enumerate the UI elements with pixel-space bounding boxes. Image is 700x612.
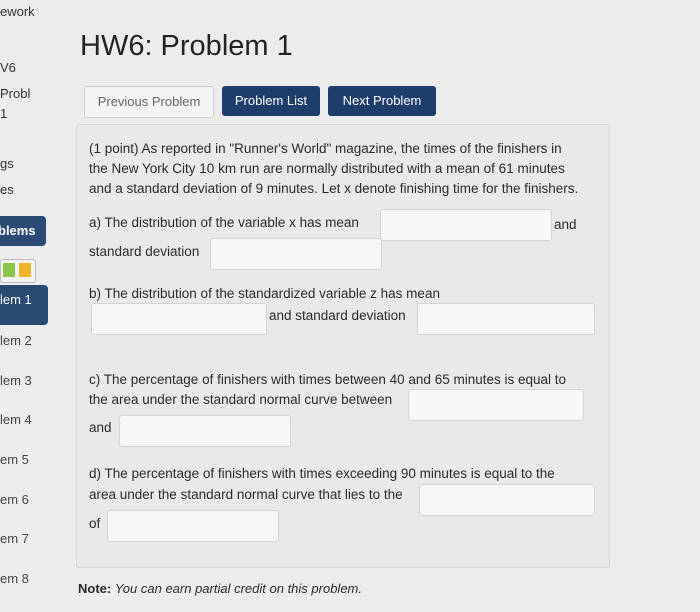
part-a-sd-label: standard deviation (89, 244, 200, 259)
sidebar-grades-link[interactable]: gs (0, 156, 14, 171)
part-a-mean-input[interactable] (380, 209, 552, 241)
problem-intro-line-2: the New York City 10 km run are normally… (89, 161, 565, 176)
sidebar-item-problem-8[interactable]: em 8 (0, 571, 29, 586)
status-green-block (3, 263, 15, 277)
part-a-and-label: and (554, 217, 577, 232)
sidebar-item-problem-5[interactable]: em 5 (0, 452, 29, 467)
sidebar-item-problem-4[interactable]: lem 4 (0, 412, 32, 427)
part-d-value-input[interactable] (107, 510, 279, 542)
sidebar-sets-link[interactable]: es (0, 182, 14, 197)
sidebar-item-problem-7[interactable]: em 7 (0, 531, 29, 546)
note-text: You can earn partial credit on this prob… (114, 581, 362, 596)
partial-credit-note: Note: You can earn partial credit on thi… (78, 581, 362, 596)
sidebar-problem-link[interactable]: Probl (0, 86, 30, 101)
part-c-and-label: and (89, 420, 112, 435)
problem-intro-line-1: (1 point) As reported in "Runner's World… (89, 141, 562, 156)
problem-list-button[interactable]: Problem List (222, 86, 320, 116)
problem-intro-line-3: and a standard deviation of 9 minutes. L… (89, 181, 579, 196)
sidebar-item-label: lem 1 (0, 292, 32, 307)
page: ework V6 Probl 1 gs es blems lem 1 lem 2… (0, 0, 700, 612)
part-c-upper-input[interactable] (119, 415, 291, 447)
problem-body: (1 point) As reported in "Runner's World… (76, 124, 610, 568)
part-c-lower-input[interactable] (408, 389, 584, 421)
sidebar-problems-label: blems (0, 223, 36, 238)
sidebar-homework-link[interactable]: ework (0, 4, 35, 19)
sidebar-item-problem-3[interactable]: lem 3 (0, 373, 32, 388)
part-c-line-2: the area under the standard normal curve… (89, 392, 393, 407)
part-c-line-1: c) The percentage of finishers with time… (89, 372, 567, 387)
status-yellow-block (19, 263, 31, 277)
sidebar: ework V6 Probl 1 gs es blems lem 1 lem 2… (0, 0, 62, 612)
problem-status-indicator (0, 259, 36, 283)
part-d-of-label: of (89, 516, 101, 531)
part-b-sd-input[interactable] (417, 303, 595, 335)
sidebar-problem-number: 1 (0, 106, 8, 121)
note-label: Note: (78, 581, 112, 596)
part-b-sd-label: and standard deviation (269, 308, 406, 323)
sidebar-item-problem-1[interactable]: lem 1 (0, 285, 48, 325)
next-problem-button[interactable]: Next Problem (328, 86, 436, 116)
page-title: HW6: Problem 1 (80, 30, 293, 62)
sidebar-set-link[interactable]: V6 (0, 60, 16, 75)
sidebar-problems-header[interactable]: blems (0, 216, 46, 246)
part-d-line-1: d) The percentage of finishers with time… (89, 466, 555, 481)
previous-problem-button[interactable]: Previous Problem (84, 86, 214, 118)
part-b-text: b) The distribution of the standardized … (89, 286, 440, 301)
sidebar-item-problem-6[interactable]: em 6 (0, 492, 29, 507)
part-a-text: a) The distribution of the variable x ha… (89, 215, 359, 230)
part-d-side-input[interactable] (419, 484, 595, 516)
part-b-mean-input[interactable] (91, 303, 267, 335)
sidebar-item-problem-2[interactable]: lem 2 (0, 333, 32, 348)
part-d-line-2: area under the standard normal curve tha… (89, 487, 403, 502)
part-a-sd-input[interactable] (210, 238, 382, 270)
